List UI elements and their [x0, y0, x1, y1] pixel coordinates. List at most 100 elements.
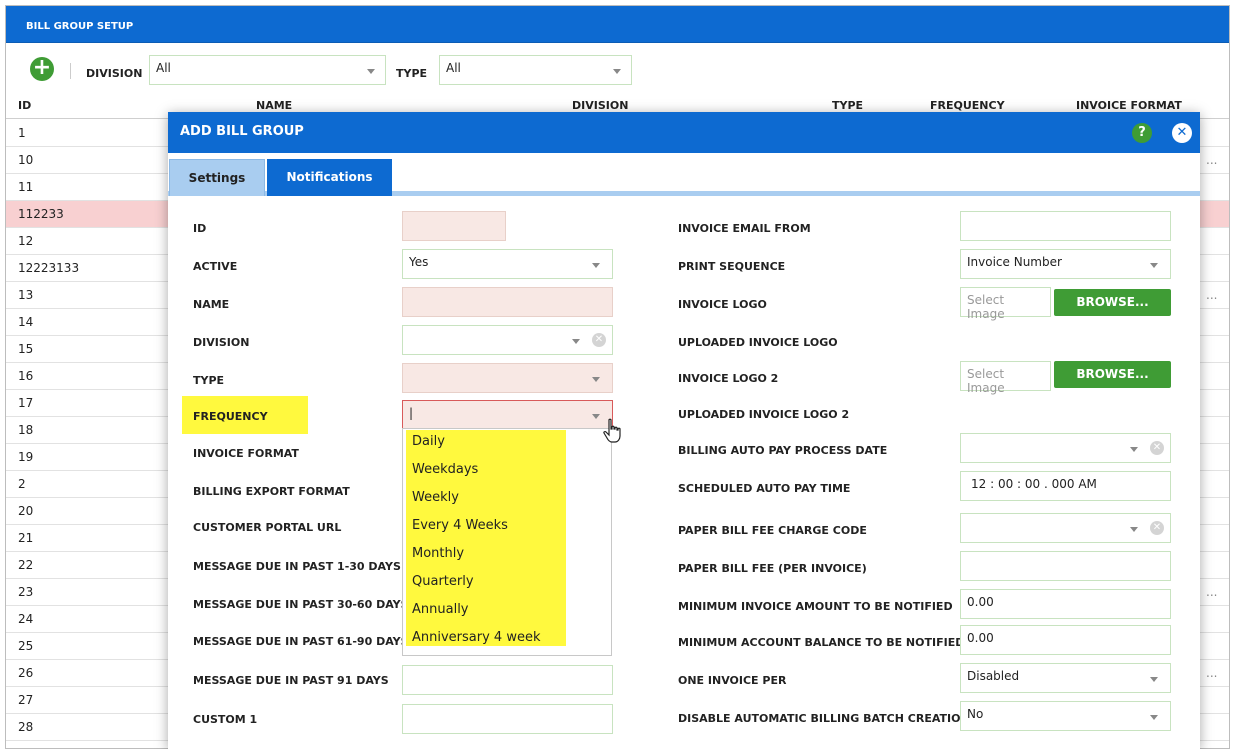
- chevron-down-icon: [572, 339, 580, 344]
- frequency-option-every-4-weeks[interactable]: Every 4 Weeks: [406, 514, 566, 542]
- paper-bill-fee-label: PAPER BILL FEE (PER INVOICE): [678, 562, 867, 575]
- custom-1-label: CUSTOM 1: [193, 713, 258, 726]
- page-title: BILL GROUP SETUP: [26, 21, 134, 32]
- message-1-30-label: MESSAGE DUE IN PAST 1-30 DAYS: [193, 560, 401, 573]
- frequency-select[interactable]: |: [402, 400, 613, 430]
- chevron-down-icon: [367, 69, 375, 74]
- tab-settings[interactable]: Settings: [169, 159, 265, 196]
- type-filter-label: TYPE: [396, 67, 428, 80]
- row-id: 28: [18, 720, 34, 734]
- row-id: 11: [18, 180, 34, 194]
- invoice-logo-browse-button[interactable]: BROWSE...: [1054, 289, 1171, 316]
- message-30-60-label: MESSAGE DUE IN PAST 30-60 DAYS: [193, 598, 409, 611]
- dialog-tabs: Settings Notifications: [168, 153, 1200, 196]
- frequency-option-monthly[interactable]: Monthly: [406, 542, 566, 570]
- invoice-logo-2-input[interactable]: Select Image: [960, 361, 1051, 395]
- one-invoice-per-value: Disabled: [967, 669, 1020, 683]
- invoice-email-from-field[interactable]: [960, 211, 1171, 241]
- close-icon[interactable]: ✕: [1172, 123, 1192, 143]
- min-account-balance-field[interactable]: 0.00: [960, 625, 1171, 655]
- row-id: 16: [18, 369, 34, 383]
- row-id: 1: [18, 126, 26, 140]
- row-id: 12223133: [18, 261, 80, 275]
- clear-icon[interactable]: ✕: [1150, 441, 1164, 455]
- message-91-label: MESSAGE DUE IN PAST 91 DAYS: [193, 674, 389, 687]
- column-header-type[interactable]: TYPE: [832, 99, 863, 112]
- invoice-logo-input[interactable]: Select Image: [960, 287, 1051, 321]
- min-account-balance-label: MINIMUM ACCOUNT BALANCE TO BE NOTIFIED: [678, 636, 965, 649]
- uploaded-invoice-logo-label: UPLOADED INVOICE LOGO: [678, 336, 838, 349]
- question-icon[interactable]: ?: [1132, 123, 1152, 143]
- auto-pay-process-date-select[interactable]: ✕: [960, 433, 1171, 463]
- auto-pay-process-date-label: BILLING AUTO PAY PROCESS DATE: [678, 444, 888, 457]
- chevron-down-icon: [613, 69, 621, 74]
- frequency-option-weekly[interactable]: Weekly: [406, 486, 566, 514]
- disable-batch-creation-value: No: [967, 707, 984, 721]
- tab-notifications[interactable]: Notifications: [267, 159, 392, 196]
- disable-batch-creation-label: DISABLE AUTOMATIC BILLING BATCH CREATION: [678, 712, 970, 725]
- id-label: ID: [193, 222, 207, 235]
- frequency-option-daily[interactable]: Daily: [406, 430, 566, 458]
- column-header-frequency[interactable]: FREQUENCY: [930, 99, 1005, 112]
- hand-pointer-icon: [603, 418, 621, 443]
- paper-bill-fee-charge-code-label: PAPER BILL FEE CHARGE CODE: [678, 524, 867, 537]
- overflow-icon: ...: [1206, 585, 1218, 599]
- scheduled-auto-pay-time-label: SCHEDULED AUTO PAY TIME: [678, 482, 851, 495]
- custom-1-field[interactable]: [402, 704, 613, 734]
- division-filter-select[interactable]: All: [149, 55, 386, 85]
- print-sequence-value: Invoice Number: [967, 255, 1062, 269]
- id-field[interactable]: [402, 211, 506, 241]
- column-header-invoice-format[interactable]: INVOICE FORMAT: [1076, 99, 1182, 112]
- clear-icon[interactable]: ✕: [1150, 521, 1164, 535]
- invoice-logo-label: INVOICE LOGO: [678, 298, 767, 311]
- type-filter-select[interactable]: All: [439, 55, 632, 85]
- frequency-option-weekdays[interactable]: Weekdays: [406, 458, 566, 486]
- invoice-format-label: INVOICE FORMAT: [193, 447, 299, 460]
- active-select[interactable]: Yes: [402, 249, 613, 279]
- row-id: 19: [18, 450, 34, 464]
- row-id: 21: [18, 531, 34, 545]
- frequency-option-quarterly[interactable]: Quarterly: [406, 570, 566, 598]
- disable-batch-creation-select[interactable]: No: [960, 701, 1171, 731]
- paper-bill-fee-charge-code-select[interactable]: ✕: [960, 513, 1171, 543]
- clear-icon[interactable]: ✕: [592, 333, 606, 347]
- min-invoice-amount-field[interactable]: 0.00: [960, 589, 1171, 619]
- page-header: BILL GROUP SETUP: [6, 6, 1229, 43]
- overflow-icon: ...: [1206, 666, 1218, 680]
- invoice-logo-2-browse-button[interactable]: BROWSE...: [1054, 361, 1171, 388]
- column-header-division[interactable]: DIVISION: [572, 99, 628, 112]
- scheduled-auto-pay-time-field[interactable]: 12 : 00 : 00 . 000 AM: [960, 471, 1171, 501]
- column-header-name[interactable]: NAME: [256, 99, 292, 112]
- row-id: 24: [18, 612, 34, 626]
- row-id: 25: [18, 639, 34, 653]
- frequency-option-annually[interactable]: Annually: [406, 598, 566, 626]
- row-id: 18: [18, 423, 34, 437]
- paper-bill-fee-field[interactable]: [960, 551, 1171, 581]
- frequency-option-anniversary-4-week[interactable]: Anniversary 4 week: [406, 626, 566, 646]
- invoice-logo-2-placeholder: Select Image: [967, 367, 1005, 395]
- customer-portal-url-label: CUSTOMER PORTAL URL: [193, 521, 342, 534]
- row-id: 12: [18, 234, 34, 248]
- chevron-down-icon: [592, 377, 600, 382]
- type-select[interactable]: [402, 363, 613, 393]
- min-invoice-amount-label: MINIMUM INVOICE AMOUNT TO BE NOTIFIED: [678, 600, 953, 613]
- name-field[interactable]: [402, 287, 613, 317]
- division-filter-label: DIVISION: [86, 67, 143, 80]
- filter-bar: + DIVISION All TYPE All: [6, 51, 1229, 87]
- division-select[interactable]: ✕: [402, 325, 613, 355]
- row-id: 2: [18, 477, 26, 491]
- row-id: 22: [18, 558, 34, 572]
- invoice-logo-placeholder: Select Image: [967, 293, 1005, 321]
- uploaded-invoice-logo-2-label: UPLOADED INVOICE LOGO 2: [678, 408, 850, 421]
- divider: [70, 63, 71, 79]
- overflow-icon: ...: [1206, 153, 1218, 167]
- division-filter-value: All: [156, 61, 171, 75]
- row-id: 23: [18, 585, 34, 599]
- add-bill-group-button[interactable]: +: [30, 57, 54, 81]
- chevron-down-icon: [1150, 715, 1158, 720]
- column-header-id[interactable]: ID: [18, 99, 31, 112]
- message-91-field[interactable]: [402, 665, 613, 695]
- row-id: 20: [18, 504, 34, 518]
- one-invoice-per-select[interactable]: Disabled: [960, 663, 1171, 693]
- print-sequence-select[interactable]: Invoice Number: [960, 249, 1171, 279]
